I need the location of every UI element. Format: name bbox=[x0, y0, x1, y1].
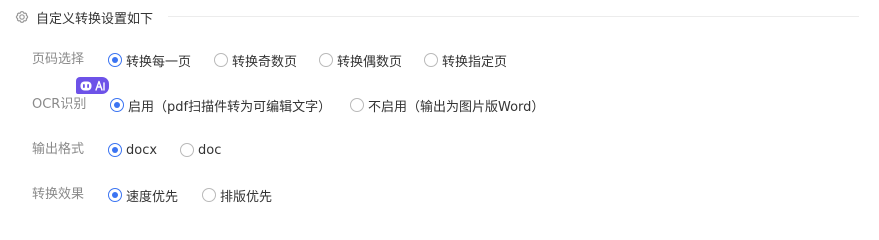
page-selection-options: 转换每一页 转换奇数页 转换偶数页 转换指定页 bbox=[108, 49, 507, 71]
radio-unchecked[interactable] bbox=[424, 53, 438, 67]
section-divider bbox=[168, 16, 859, 17]
option-label: 转换每一页 bbox=[126, 54, 192, 70]
option-label: 启用（pdf扫描件转为可编辑文字） bbox=[128, 99, 332, 115]
output-format-options: docx doc bbox=[108, 139, 221, 161]
option-odd-pages[interactable]: 转换奇数页 bbox=[214, 49, 319, 71]
option-label: 速度优先 bbox=[126, 189, 179, 205]
option-layout-first[interactable]: 排版优先 bbox=[202, 184, 272, 206]
option-label: doc bbox=[198, 142, 222, 158]
conversion-effect-options: 速度优先 排版优先 bbox=[108, 184, 272, 206]
robot-icon bbox=[80, 81, 92, 91]
ai-badge bbox=[76, 77, 109, 94]
conversion-effect-label: 转换效果 bbox=[32, 187, 85, 202]
output-format-label: 输出格式 bbox=[32, 142, 85, 157]
radio-unchecked[interactable] bbox=[319, 53, 333, 67]
radio-unchecked[interactable] bbox=[180, 143, 194, 157]
option-label: 转换偶数页 bbox=[337, 54, 403, 70]
radio-checked[interactable] bbox=[110, 98, 124, 112]
radio-unchecked[interactable] bbox=[350, 98, 364, 112]
ai-icon bbox=[94, 80, 106, 91]
option-ocr-enable[interactable]: 启用（pdf扫描件转为可编辑文字） bbox=[110, 94, 350, 116]
option-label: 转换指定页 bbox=[442, 54, 508, 70]
gear-icon bbox=[14, 9, 30, 25]
radio-checked[interactable] bbox=[108, 143, 122, 157]
section-header: 自定义转换设置如下 bbox=[14, 7, 153, 27]
option-label: 不启用（输出为图片版Word） bbox=[368, 99, 545, 115]
option-specified-pages[interactable]: 转换指定页 bbox=[424, 49, 507, 71]
section-title: 自定义转换设置如下 bbox=[36, 11, 154, 27]
option-even-pages[interactable]: 转换偶数页 bbox=[319, 49, 424, 71]
radio-checked[interactable] bbox=[108, 188, 122, 202]
ocr-label: OCR识别 bbox=[32, 97, 87, 112]
option-docx[interactable]: docx bbox=[108, 139, 180, 161]
option-speed-first[interactable]: 速度优先 bbox=[108, 184, 202, 206]
option-label: 转换奇数页 bbox=[232, 54, 298, 70]
option-doc[interactable]: doc bbox=[180, 139, 221, 161]
option-every-page[interactable]: 转换每一页 bbox=[108, 49, 214, 71]
ocr-options: 启用（pdf扫描件转为可编辑文字） 不启用（输出为图片版Word） bbox=[110, 94, 544, 116]
option-ocr-disable[interactable]: 不启用（输出为图片版Word） bbox=[350, 94, 544, 116]
radio-unchecked[interactable] bbox=[202, 188, 216, 202]
page-selection-label: 页码选择 bbox=[32, 52, 85, 67]
option-label: 排版优先 bbox=[220, 189, 273, 205]
option-label: docx bbox=[126, 142, 158, 158]
radio-unchecked[interactable] bbox=[214, 53, 228, 67]
radio-checked[interactable] bbox=[108, 53, 122, 67]
